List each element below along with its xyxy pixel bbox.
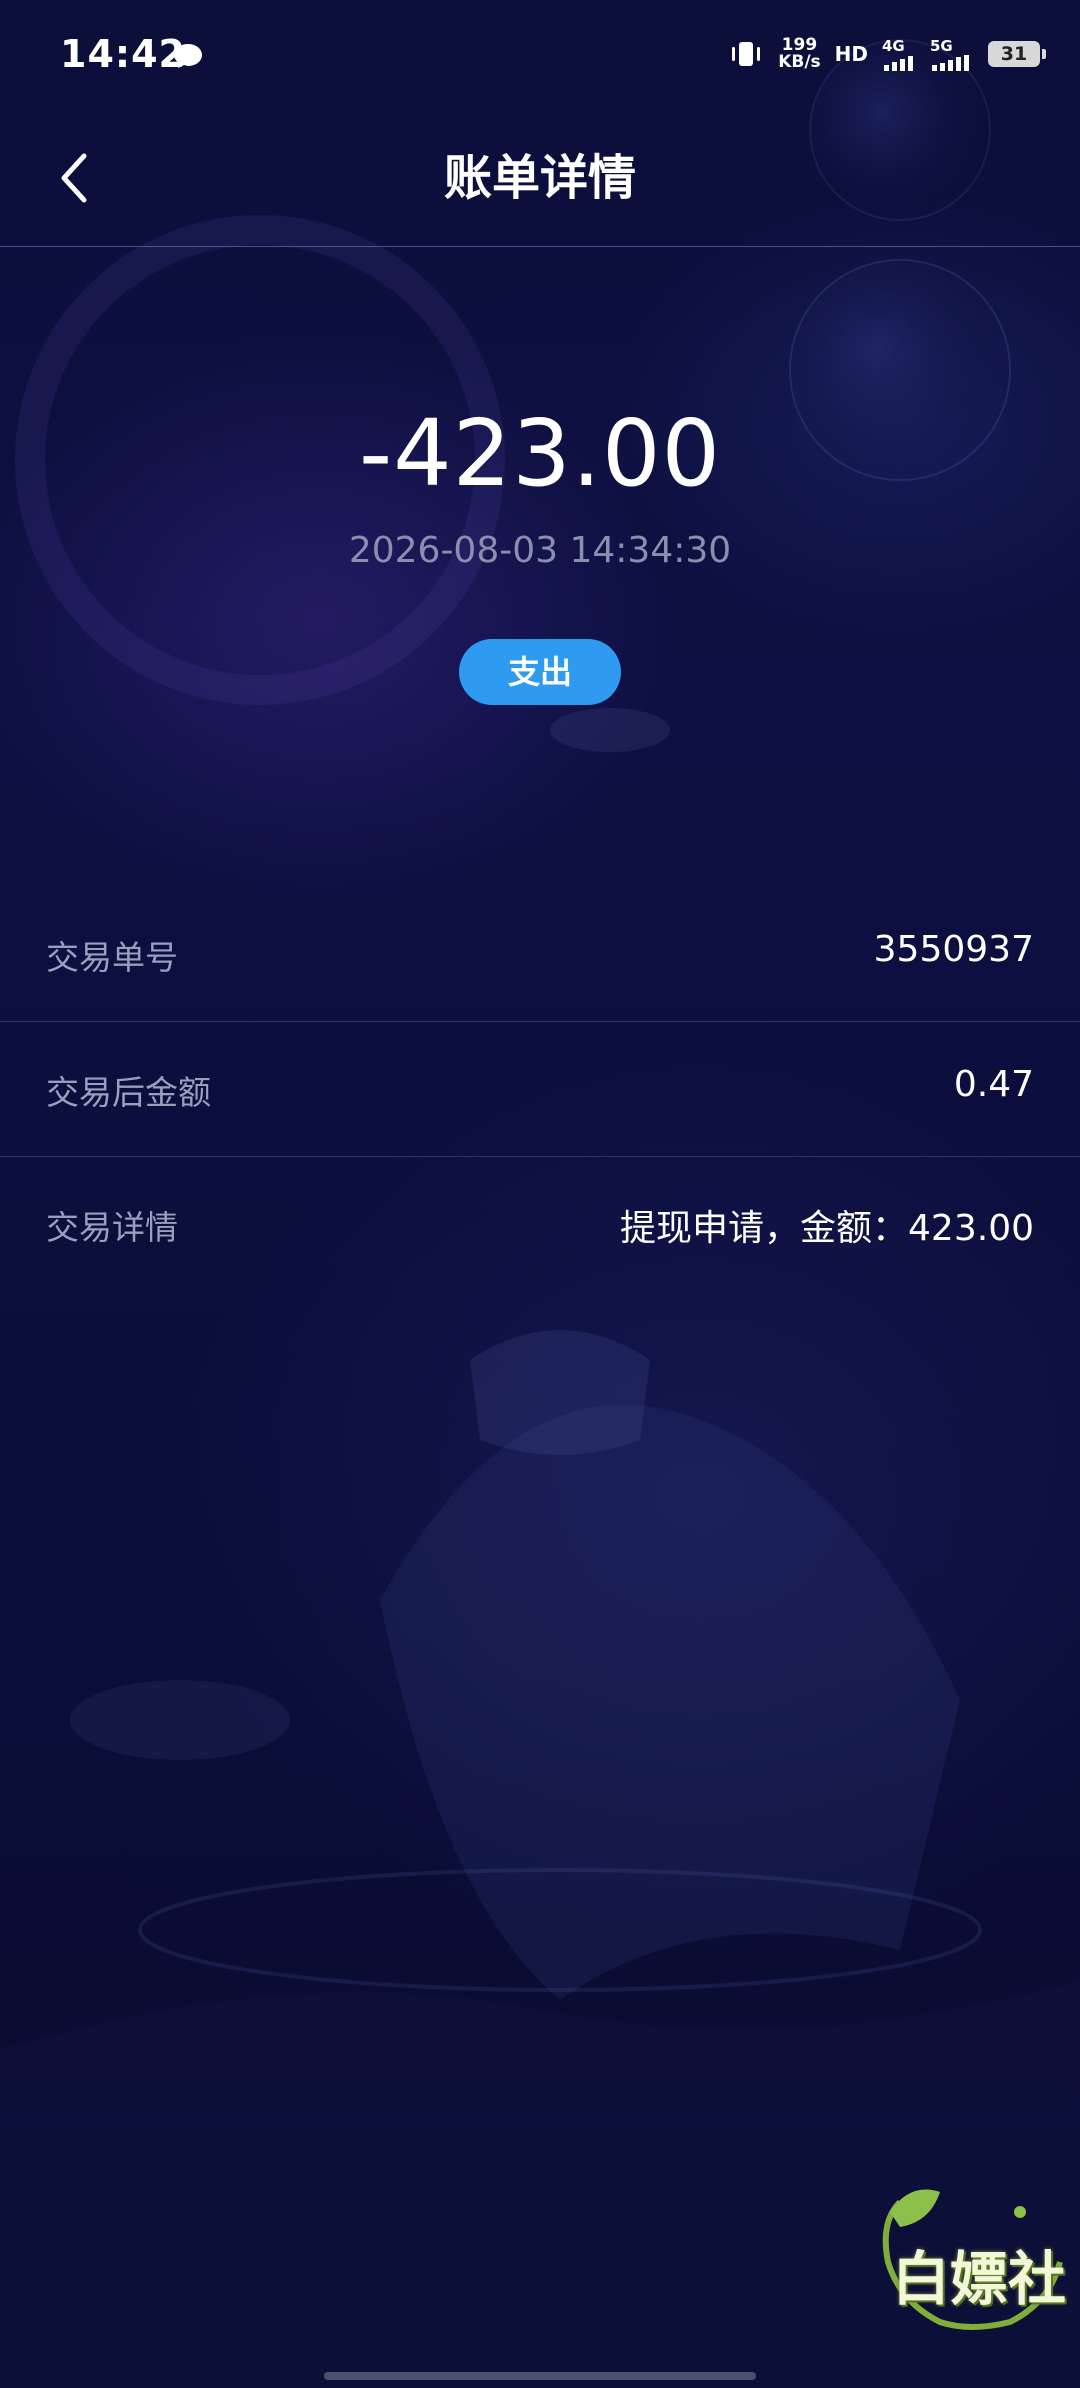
detail-value: 提现申请，金额：423.00 bbox=[620, 1208, 1034, 1249]
detail-value: 0.47 bbox=[953, 1064, 1034, 1105]
signal-icon bbox=[884, 56, 913, 71]
detail-label: 交易后金额 bbox=[46, 1073, 211, 1112]
watermark-logo: 白嫖社 bbox=[870, 2182, 1070, 2342]
transaction-type-badge: 支出 bbox=[459, 639, 621, 705]
status-bar: 14:42 199 KB/s HD 4G 5G 31 bbox=[0, 0, 1080, 110]
battery-icon: 31 bbox=[988, 41, 1046, 67]
detail-row-balance-after: 交易后金额 0.47 bbox=[0, 1022, 1080, 1157]
detail-list: 交易单号 3550937 交易后金额 0.47 交易详情 提现申请，金额：423… bbox=[0, 887, 1080, 1291]
page-title: 账单详情 bbox=[443, 150, 636, 206]
vibrate-icon bbox=[732, 42, 761, 66]
signal-5g-label: 5G bbox=[930, 37, 953, 55]
signal-4g-label: 4G bbox=[882, 37, 905, 55]
watermark-text: 白嫖社 bbox=[892, 2245, 1067, 2313]
hd-badge: HD bbox=[834, 42, 868, 66]
detail-row-description: 交易详情 提现申请，金额：423.00 bbox=[0, 1157, 1080, 1291]
home-indicator[interactable] bbox=[324, 2372, 756, 2380]
signal-5g: 5G bbox=[930, 37, 974, 71]
network-speed-unit: KB/s bbox=[778, 52, 821, 72]
transaction-datetime: 2026-08-03 14:34:30 bbox=[348, 530, 732, 571]
signal-icon bbox=[932, 55, 969, 71]
status-time: 14:42 bbox=[60, 32, 186, 76]
detail-row-transaction-id: 交易单号 3550937 bbox=[0, 887, 1080, 1022]
network-speed: 199 KB/s bbox=[778, 37, 820, 71]
detail-value: 3550937 bbox=[873, 929, 1034, 970]
chat-bubble-icon bbox=[174, 44, 202, 68]
transaction-amount: -423.00 bbox=[358, 400, 722, 507]
signal-4g: 4G bbox=[882, 37, 916, 71]
detail-label: 交易单号 bbox=[46, 938, 178, 977]
detail-label: 交易详情 bbox=[46, 1208, 178, 1247]
status-indicators: 199 KB/s HD 4G 5G 31 bbox=[728, 30, 1046, 78]
nav-header: 账单详情 bbox=[0, 110, 1080, 247]
